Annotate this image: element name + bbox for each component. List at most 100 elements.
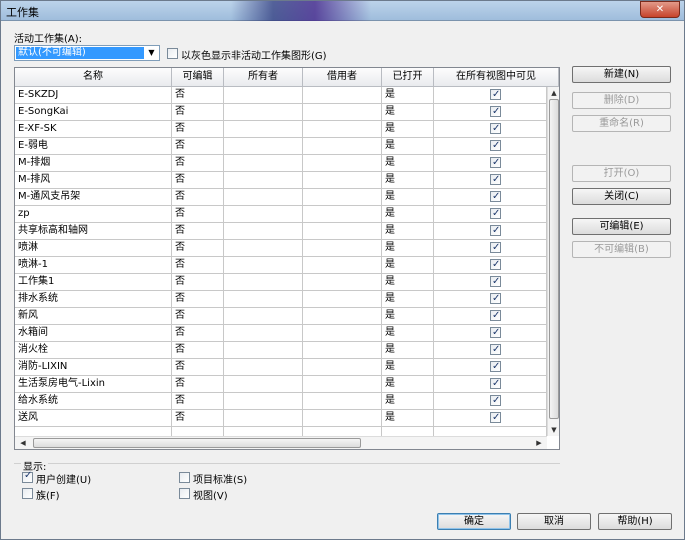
cell-opened[interactable]: 是 [382, 223, 434, 239]
cell-visible[interactable] [434, 291, 547, 307]
cell-owner[interactable] [224, 240, 303, 256]
cell-owner[interactable] [224, 308, 303, 324]
cell-borrower[interactable] [303, 325, 382, 341]
help-button[interactable]: 帮助(H) [598, 513, 672, 530]
scroll-left-icon[interactable]: ◀ [17, 437, 29, 449]
cell-visible[interactable] [434, 410, 547, 426]
table-row[interactable]: 消防-LIXIN 否 是 [15, 359, 547, 376]
cell-opened[interactable]: 是 [382, 393, 434, 409]
cell-borrower[interactable] [303, 308, 382, 324]
vertical-scroll-thumb[interactable] [549, 99, 559, 419]
cell-opened[interactable]: 是 [382, 274, 434, 290]
cell-owner[interactable] [224, 410, 303, 426]
cell-name[interactable]: 水箱间 [15, 325, 172, 341]
gray-inactive-checkbox[interactable] [167, 48, 178, 59]
cell-name[interactable]: M-通风支吊架 [15, 189, 172, 205]
cell-borrower[interactable] [303, 87, 382, 103]
cell-name[interactable]: 共享标高和轴网 [15, 223, 172, 239]
cell-name[interactable]: 消火栓 [15, 342, 172, 358]
vertical-scrollbar[interactable]: ▲ ▼ [547, 87, 559, 436]
cell-borrower[interactable] [303, 291, 382, 307]
cell-opened[interactable]: 是 [382, 87, 434, 103]
cell-owner[interactable] [224, 223, 303, 239]
cell-borrower[interactable] [303, 121, 382, 137]
editable-button[interactable]: 可编辑(E) [572, 218, 671, 235]
cell-opened[interactable]: 是 [382, 189, 434, 205]
cell-name[interactable]: E-SKZDJ [15, 87, 172, 103]
cell-name[interactable]: E-SongKai [15, 104, 172, 120]
cell-name[interactable]: 消防-LIXIN [15, 359, 172, 375]
visible-checkbox[interactable] [490, 138, 501, 153]
cell-visible[interactable] [434, 274, 547, 290]
cell-opened[interactable]: 是 [382, 291, 434, 307]
families-checkbox[interactable] [22, 488, 33, 499]
col-owner[interactable]: 所有者 [224, 68, 303, 87]
new-button[interactable]: 新建(N) [572, 66, 671, 83]
cell-borrower[interactable] [303, 376, 382, 392]
cell-borrower[interactable] [303, 359, 382, 375]
cell-visible[interactable] [434, 172, 547, 188]
cell-visible[interactable] [434, 138, 547, 154]
active-workset-dropdown[interactable]: 默认(不可编辑) ▼ [14, 45, 160, 61]
col-name[interactable]: 名称 [15, 68, 172, 87]
cell-visible[interactable] [434, 308, 547, 324]
cell-owner[interactable] [224, 104, 303, 120]
cell-borrower[interactable] [303, 257, 382, 273]
table-row[interactable]: 共享标高和轴网否 是 [15, 223, 547, 240]
horizontal-scrollbar[interactable]: ◀ ▶ [15, 436, 547, 449]
cell-opened[interactable]: 是 [382, 138, 434, 154]
cell-owner[interactable] [224, 189, 303, 205]
close-window-button[interactable]: ✕ [640, 1, 680, 18]
visible-checkbox[interactable] [490, 121, 501, 136]
scroll-up-icon[interactable]: ▲ [548, 87, 559, 99]
not-editable-button[interactable]: 不可编辑(B) [572, 241, 671, 258]
cell-editable[interactable]: 否 [172, 138, 224, 154]
cell-owner[interactable] [224, 359, 303, 375]
cell-name[interactable]: E-XF-SK [15, 121, 172, 137]
visible-checkbox[interactable] [490, 342, 501, 357]
cell-visible[interactable] [434, 189, 547, 205]
cell-opened[interactable]: 是 [382, 342, 434, 358]
col-visible-all-views[interactable]: 在所有视图中可见 [434, 68, 559, 87]
cell-editable[interactable]: 否 [172, 223, 224, 239]
table-row[interactable]: zp 否 是 [15, 206, 547, 223]
cell-opened[interactable]: 是 [382, 308, 434, 324]
cell-borrower[interactable] [303, 240, 382, 256]
cell-visible[interactable] [434, 359, 547, 375]
cell-editable[interactable]: 否 [172, 308, 224, 324]
cell-owner[interactable] [224, 325, 303, 341]
cell-name[interactable]: 工作集1 [15, 274, 172, 290]
rename-button[interactable]: 重命名(R) [572, 115, 671, 132]
scroll-right-icon[interactable]: ▶ [533, 437, 545, 449]
cell-editable[interactable]: 否 [172, 121, 224, 137]
visible-checkbox[interactable] [490, 257, 501, 272]
table-row[interactable]: E-SongKai 否 是 [15, 104, 547, 121]
cell-name[interactable]: 排水系统 [15, 291, 172, 307]
cell-borrower[interactable] [303, 155, 382, 171]
visible-checkbox[interactable] [490, 172, 501, 187]
cell-visible[interactable] [434, 376, 547, 392]
cell-visible[interactable] [434, 257, 547, 273]
cell-editable[interactable]: 否 [172, 274, 224, 290]
cell-editable[interactable]: 否 [172, 104, 224, 120]
cell-owner[interactable] [224, 376, 303, 392]
views-checkbox[interactable] [179, 488, 190, 499]
cell-borrower[interactable] [303, 410, 382, 426]
visible-checkbox[interactable] [490, 87, 501, 102]
cancel-button[interactable]: 取消 [517, 513, 591, 530]
cell-owner[interactable] [224, 257, 303, 273]
cell-visible[interactable] [434, 121, 547, 137]
visible-checkbox[interactable] [490, 240, 501, 255]
table-row[interactable]: 新风否 是 [15, 308, 547, 325]
title-bar[interactable]: 工作集 ✕ [1, 1, 684, 21]
cell-borrower[interactable] [303, 393, 382, 409]
cell-opened[interactable]: 是 [382, 155, 434, 171]
cell-borrower[interactable] [303, 342, 382, 358]
chevron-down-icon[interactable]: ▼ [145, 47, 158, 59]
cell-editable[interactable]: 否 [172, 189, 224, 205]
table-row[interactable]: M-通风支吊架否 是 [15, 189, 547, 206]
cell-name[interactable]: M-排烟 [15, 155, 172, 171]
cell-owner[interactable] [224, 138, 303, 154]
cell-editable[interactable]: 否 [172, 206, 224, 222]
cell-owner[interactable] [224, 121, 303, 137]
